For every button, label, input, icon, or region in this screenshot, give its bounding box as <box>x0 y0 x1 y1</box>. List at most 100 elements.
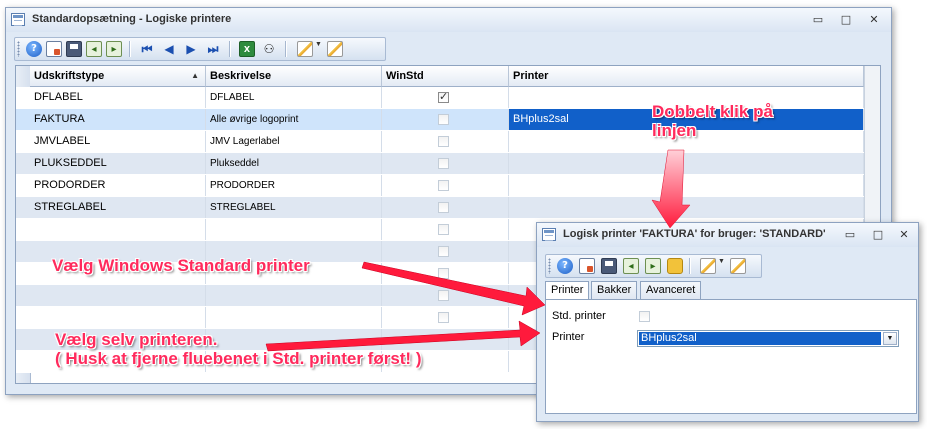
edit-pencil-2-icon[interactable] <box>327 41 343 57</box>
cell-udskriftstype[interactable]: FAKTURA <box>30 109 206 130</box>
main-titlebar[interactable]: Standardopsætning - Logiske printere ▭ □… <box>6 8 891 32</box>
cell-winstd[interactable] <box>382 153 509 174</box>
cell-beskrivelse[interactable] <box>206 219 382 240</box>
table-row[interactable]: PRODORDER PRODORDER <box>16 175 864 197</box>
cell-winstd[interactable] <box>382 131 509 152</box>
annotation-line: Vælg selv printeren. <box>55 330 218 349</box>
cell-beskrivelse[interactable]: Plukseddel <box>206 153 382 174</box>
close-icon[interactable]: ✕ <box>867 13 881 26</box>
cell-udskriftstype[interactable] <box>30 219 206 240</box>
cell-udskriftstype[interactable]: PRODORDER <box>30 175 206 196</box>
cell-beskrivelse[interactable] <box>206 307 382 328</box>
winstd-checkbox[interactable] <box>438 90 449 103</box>
cell-printer[interactable] <box>509 153 864 174</box>
arrow-left-box-icon[interactable]: ◂ <box>86 41 102 57</box>
save-icon[interactable] <box>601 258 617 274</box>
std-printer-label: Std. printer <box>552 310 606 322</box>
column-header-udskriftstype[interactable]: Udskriftstype ▲ <box>30 66 206 87</box>
arrow-right-box-icon[interactable]: ▸ <box>645 258 661 274</box>
arrow-left-box-icon[interactable]: ◂ <box>623 258 639 274</box>
column-label: Udskriftstype <box>34 70 105 82</box>
table-row[interactable]: STREGLABEL STREGLABEL <box>16 197 864 219</box>
table-row[interactable]: PLUKSEDDEL Plukseddel <box>16 153 864 175</box>
minimize-icon[interactable]: ▭ <box>811 13 825 26</box>
cell-udskriftstype[interactable]: JMVLABEL <box>30 131 206 152</box>
main-window-title: Standardopsætning - Logiske printere <box>32 13 232 25</box>
winstd-checkbox[interactable] <box>438 136 449 147</box>
cell-winstd[interactable] <box>382 109 509 130</box>
dialog-titlebar[interactable]: Logisk printer 'FAKTURA' for bruger: 'ST… <box>537 223 918 247</box>
toolbar-grip[interactable] <box>17 41 20 57</box>
column-header-winstd[interactable]: WinStd <box>382 66 509 87</box>
annotation-choose-self: Vælg selv printeren. ( Husk at fjerne fl… <box>55 330 421 368</box>
cell-beskrivelse[interactable]: DFLABEL <box>206 87 382 108</box>
cell-udskriftstype[interactable] <box>30 307 206 328</box>
winstd-checkbox[interactable] <box>438 290 449 301</box>
window-icon <box>542 228 556 241</box>
maximize-icon[interactable]: □ <box>871 228 885 241</box>
next-record-icon[interactable]: ▶ <box>183 41 199 57</box>
cell-beskrivelse[interactable]: JMV Lagerlabel <box>206 131 382 152</box>
cell-winstd[interactable] <box>382 219 509 240</box>
printer-select[interactable]: BHplus2sal ▼ <box>637 330 899 347</box>
lock-icon[interactable] <box>667 258 683 274</box>
arrow-right-box-icon[interactable]: ▸ <box>106 41 122 57</box>
cell-printer[interactable] <box>509 197 864 218</box>
column-label: Printer <box>513 70 549 82</box>
cell-printer[interactable] <box>509 175 864 196</box>
winstd-checkbox[interactable] <box>438 114 449 125</box>
winstd-checkbox[interactable] <box>438 180 449 191</box>
cell-beskrivelse[interactable]: STREGLABEL <box>206 197 382 218</box>
winstd-checkbox[interactable] <box>438 158 449 169</box>
winstd-checkbox[interactable] <box>438 312 449 323</box>
column-header-beskrivelse[interactable]: Beskrivelse <box>206 66 382 87</box>
cell-winstd[interactable] <box>382 87 509 108</box>
minimize-icon[interactable]: ▭ <box>843 228 857 241</box>
cell-winstd[interactable] <box>382 263 509 284</box>
winstd-checkbox[interactable] <box>438 224 449 235</box>
cell-beskrivelse[interactable]: Alle øvrige logoprint <box>206 109 382 130</box>
sort-ascending-icon: ▲ <box>191 71 199 80</box>
cell-beskrivelse[interactable] <box>206 285 382 306</box>
column-label: Beskrivelse <box>210 70 272 82</box>
winstd-checkbox[interactable] <box>438 246 449 257</box>
cell-udskriftstype[interactable]: DFLABEL <box>30 87 206 108</box>
winstd-checkbox[interactable] <box>438 268 449 279</box>
chevron-down-icon[interactable]: ▼ <box>718 258 725 265</box>
toolbar-grip[interactable] <box>548 258 551 274</box>
cell-udskriftstype[interactable]: STREGLABEL <box>30 197 206 218</box>
cell-winstd[interactable] <box>382 175 509 196</box>
new-document-icon[interactable] <box>46 41 62 57</box>
cell-winstd[interactable] <box>382 241 509 262</box>
edit-pencil-2-icon[interactable] <box>730 258 746 274</box>
cell-winstd[interactable] <box>382 285 509 306</box>
tab-printer[interactable]: Printer <box>545 281 590 300</box>
logical-printer-dialog: Logisk printer 'FAKTURA' for bruger: 'ST… <box>536 222 919 422</box>
maximize-icon[interactable]: □ <box>839 13 853 26</box>
edit-pencil-icon[interactable] <box>297 41 313 57</box>
std-printer-checkbox[interactable] <box>639 311 650 322</box>
first-record-icon[interactable]: ⏮ <box>139 41 155 57</box>
new-document-icon[interactable] <box>579 258 595 274</box>
previous-record-icon[interactable]: ◀ <box>161 41 177 57</box>
cell-udskriftstype[interactable] <box>30 285 206 306</box>
column-header-printer[interactable]: Printer <box>509 66 864 87</box>
cell-winstd[interactable] <box>382 307 509 328</box>
binoculars-icon[interactable]: ⚇ <box>261 41 277 57</box>
last-record-icon[interactable]: ⏭ <box>205 41 221 57</box>
cell-winstd[interactable] <box>382 197 509 218</box>
cell-beskrivelse[interactable]: PRODORDER <box>206 175 382 196</box>
tab-avanceret[interactable]: Avanceret <box>640 281 702 299</box>
winstd-checkbox[interactable] <box>438 202 449 213</box>
excel-export-icon[interactable]: X <box>239 41 255 57</box>
chevron-down-icon[interactable]: ▼ <box>315 41 322 48</box>
help-icon[interactable]: ? <box>26 41 42 57</box>
chevron-down-icon[interactable]: ▼ <box>883 332 897 345</box>
close-icon[interactable]: ✕ <box>897 228 911 241</box>
help-icon[interactable]: ? <box>557 258 573 274</box>
tab-bakker[interactable]: Bakker <box>591 281 638 299</box>
save-icon[interactable] <box>66 41 82 57</box>
toolbar-separator <box>689 258 691 274</box>
edit-pencil-icon[interactable] <box>700 258 716 274</box>
cell-udskriftstype[interactable]: PLUKSEDDEL <box>30 153 206 174</box>
